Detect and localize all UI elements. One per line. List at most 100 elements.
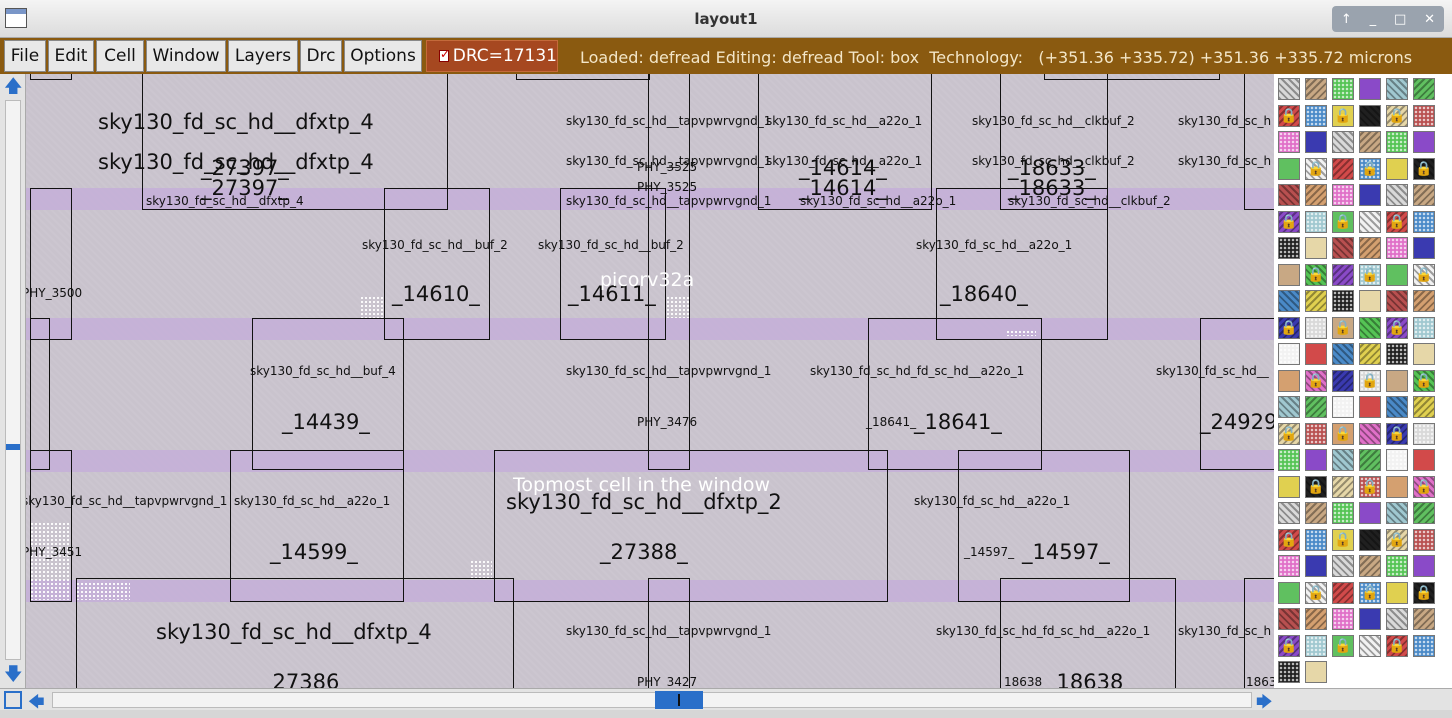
vertical-scrollbar[interactable]: 🡅 🡇 (0, 74, 26, 688)
layer-swatch[interactable] (1359, 608, 1381, 630)
lock-icon[interactable]: 🔒 (1332, 104, 1354, 127)
cell-outline[interactable] (252, 318, 404, 470)
layer-swatch[interactable] (1413, 502, 1435, 524)
lock-icon[interactable]: 🔒 (1278, 316, 1300, 339)
layer-swatch[interactable] (1413, 396, 1435, 418)
lock-icon[interactable]: 🔒 (1386, 316, 1408, 339)
layer-swatch[interactable] (1386, 396, 1408, 418)
layer-swatch[interactable] (1359, 184, 1381, 206)
lock-icon[interactable]: 🔒 (1359, 263, 1381, 286)
lock-icon[interactable]: 🔒 (1278, 528, 1300, 551)
lock-icon[interactable]: 🔒 (1386, 634, 1408, 657)
layer-swatch[interactable] (1305, 502, 1327, 524)
layer-swatch[interactable] (1386, 343, 1408, 365)
layer-swatch[interactable] (1359, 502, 1381, 524)
lock-icon[interactable]: 🔒 (1413, 475, 1435, 498)
layer-swatch[interactable] (1413, 422, 1435, 445)
lock-icon[interactable]: 🔒 (1278, 634, 1300, 657)
lock-icon[interactable]: 🔒 (1305, 263, 1327, 286)
layer-swatch[interactable] (1413, 184, 1435, 206)
horizontal-scroll-thumb[interactable] (655, 691, 703, 709)
layer-swatch[interactable] (1305, 528, 1327, 551)
cell-outline[interactable] (1244, 74, 1274, 210)
layer-swatch[interactable] (1386, 237, 1408, 259)
layer-swatch[interactable] (1332, 502, 1354, 524)
layer-swatch[interactable] (1386, 263, 1408, 286)
layer-swatch[interactable] (1305, 422, 1327, 445)
scroll-down-arrow-icon[interactable]: 🡇 (4, 666, 23, 684)
layer-swatch[interactable] (1305, 634, 1327, 657)
layer-swatch[interactable] (1305, 184, 1327, 206)
layer-swatch[interactable] (1305, 661, 1327, 683)
layer-swatch[interactable] (1332, 263, 1354, 286)
layer-swatch[interactable] (1386, 608, 1408, 630)
layer-swatch[interactable] (1413, 290, 1435, 312)
layer-swatch[interactable] (1278, 290, 1300, 312)
layer-swatch[interactable] (1413, 555, 1435, 577)
cell-outline[interactable] (560, 188, 666, 340)
layer-swatch[interactable] (1332, 369, 1354, 392)
layer-swatch[interactable] (1305, 316, 1327, 339)
lock-icon[interactable]: 🔒 (1305, 475, 1327, 498)
layer-swatch[interactable] (1359, 528, 1381, 551)
scroll-left-arrow-icon[interactable]: 🡄 (28, 691, 45, 718)
layer-swatch[interactable] (1332, 555, 1354, 577)
layer-swatch[interactable] (1359, 422, 1381, 445)
layer-swatch[interactable] (1278, 555, 1300, 577)
layer-swatch[interactable] (1386, 290, 1408, 312)
lock-icon[interactable]: 🔒 (1413, 369, 1435, 392)
lock-icon[interactable]: 🔒 (1278, 104, 1300, 127)
cell-outline[interactable] (868, 318, 1042, 470)
layer-swatch[interactable] (1359, 290, 1381, 312)
layer-swatch[interactable] (1332, 475, 1354, 498)
lock-icon[interactable]: 🔒 (1305, 157, 1327, 180)
scroll-up-arrow-icon[interactable]: 🡅 (4, 78, 23, 96)
lock-icon[interactable]: 🔒 (1359, 581, 1381, 604)
menu-options[interactable]: Options (344, 40, 422, 72)
lock-icon[interactable]: 🔒 (1332, 634, 1354, 657)
lock-icon[interactable]: 🔒 (1359, 475, 1381, 498)
layer-swatch[interactable] (1386, 502, 1408, 524)
layout-canvas[interactable]: sky130_fd_sc_hd__dfxtp_4 sky130_fd_sc_hd… (26, 74, 1274, 688)
layer-swatch[interactable] (1332, 184, 1354, 206)
layer-swatch[interactable] (1386, 581, 1408, 604)
horizontal-scroll-track[interactable] (52, 692, 1252, 708)
layer-swatch[interactable] (1413, 237, 1435, 259)
layer-swatch[interactable] (1332, 449, 1354, 471)
layer-swatch[interactable] (1413, 131, 1435, 153)
layer-swatch[interactable] (1386, 475, 1408, 498)
layer-swatch[interactable] (1413, 528, 1435, 551)
layer-swatch[interactable] (1305, 343, 1327, 365)
layer-swatch[interactable] (1413, 634, 1435, 657)
layer-swatch[interactable] (1278, 581, 1300, 604)
layer-swatch[interactable] (1278, 184, 1300, 206)
layer-swatch[interactable] (1413, 78, 1435, 100)
layer-swatch[interactable] (1386, 131, 1408, 153)
layer-swatch[interactable] (1386, 555, 1408, 577)
layer-swatch[interactable] (1278, 608, 1300, 630)
horizontal-scrollbar[interactable]: 🡄 🡆 (0, 688, 1452, 711)
layer-swatch[interactable] (1278, 396, 1300, 418)
layer-swatch[interactable] (1278, 263, 1300, 286)
layer-swatch[interactable] (1332, 290, 1354, 312)
menu-drc[interactable]: Drc (300, 40, 342, 72)
layer-swatch[interactable] (1305, 104, 1327, 127)
layer-swatch[interactable] (1305, 78, 1327, 100)
cell-outline[interactable] (494, 450, 888, 602)
layer-swatch[interactable] (1359, 210, 1381, 233)
layer-swatch[interactable] (1359, 555, 1381, 577)
layer-swatch[interactable] (1386, 449, 1408, 471)
cell-outline[interactable] (30, 74, 72, 80)
menu-file[interactable]: File (4, 40, 46, 72)
layer-swatch[interactable] (1413, 608, 1435, 630)
layer-swatch[interactable] (1386, 157, 1408, 180)
layer-swatch[interactable] (1305, 608, 1327, 630)
lock-icon[interactable]: 🔒 (1278, 422, 1300, 445)
layer-swatch[interactable] (1278, 343, 1300, 365)
layer-swatch[interactable] (1332, 608, 1354, 630)
vertical-scroll-thumb[interactable] (6, 444, 20, 450)
layer-swatch[interactable] (1332, 237, 1354, 259)
lock-icon[interactable]: 🔒 (1386, 528, 1408, 551)
cell-outline[interactable] (516, 74, 650, 80)
layer-swatch[interactable] (1332, 78, 1354, 100)
